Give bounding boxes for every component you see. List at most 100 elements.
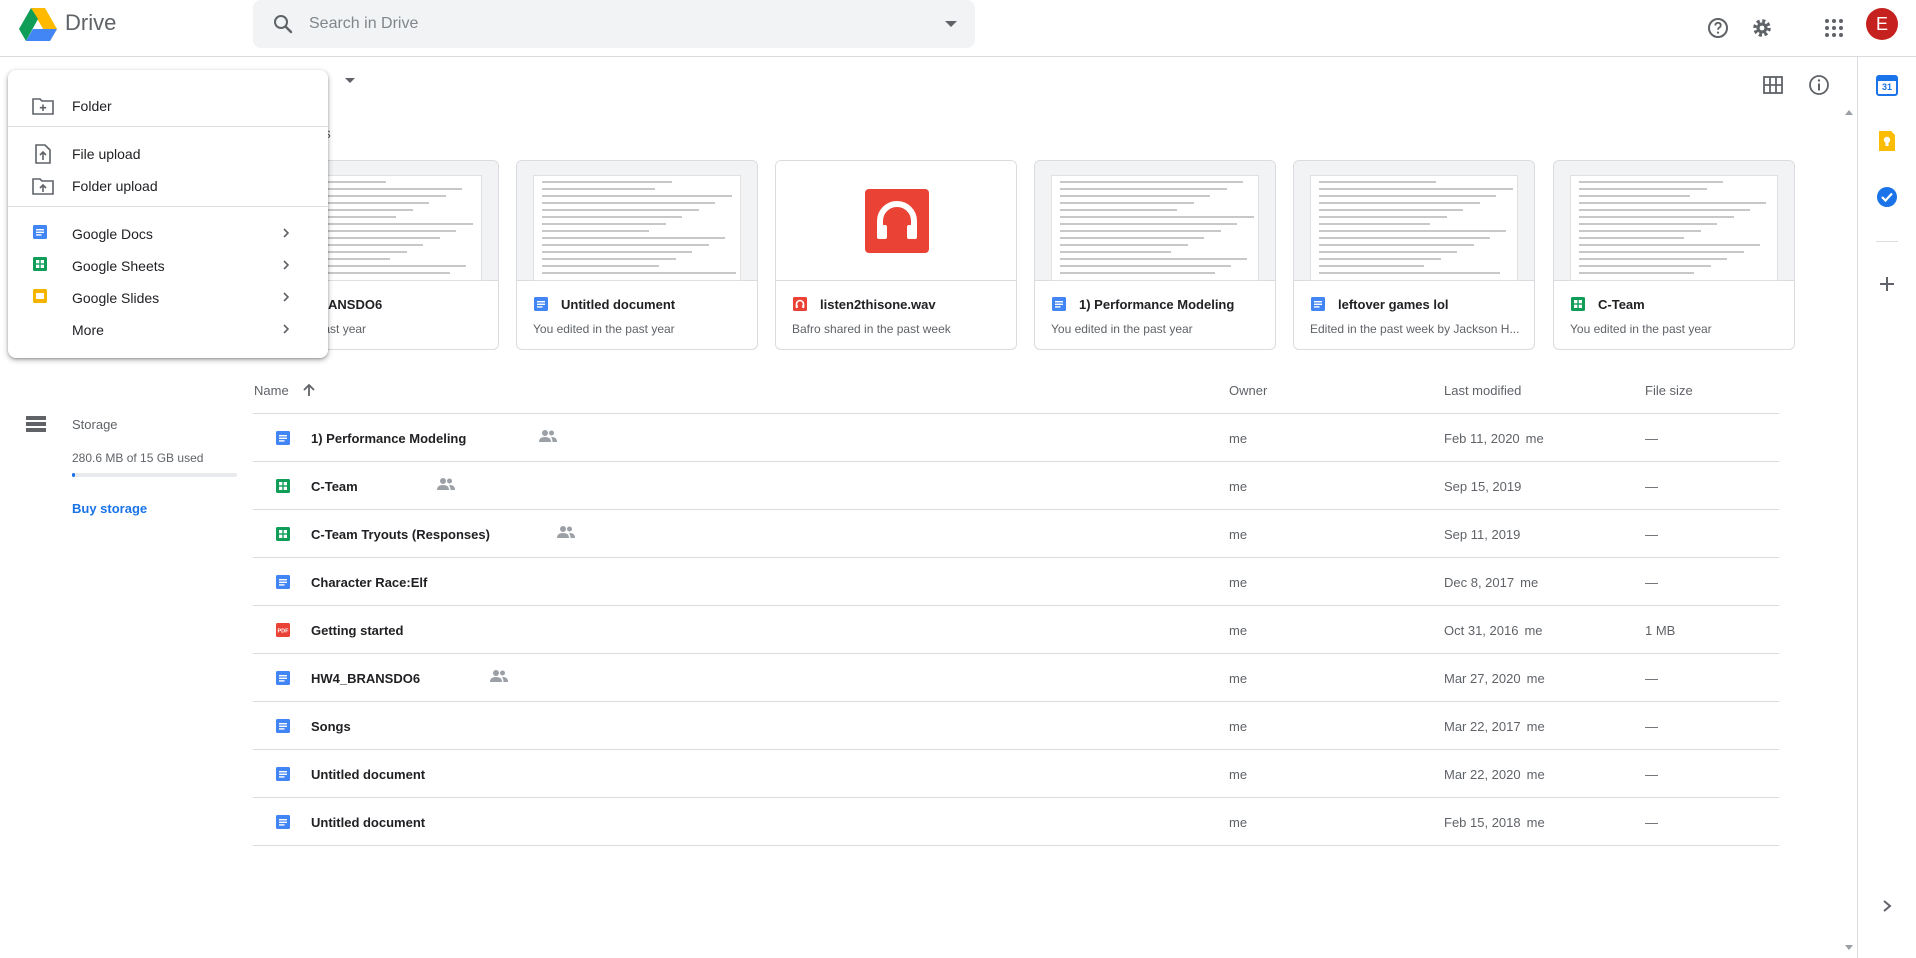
last-modified: Feb 15, 2018 me [1444,815,1545,830]
view-details-button[interactable] [1801,67,1837,103]
tasks-icon[interactable] [1876,186,1898,208]
search-options-icon[interactable] [943,16,959,32]
owner-text: me [1229,815,1248,830]
google-docs-icon [275,574,291,593]
menu-item-folder[interactable]: Folder [8,90,328,122]
table-row[interactable]: Untitled document me Mar 22, 2020 me — [253,750,1779,798]
new-item-menu: Folder File upload Folder upload Google Doc… [8,70,328,358]
file-size: — [1645,575,1658,590]
table-row[interactable]: C-Team Tryouts (Responses) me Sep 11, 2019… [253,510,1779,558]
apps-button[interactable] [1814,8,1854,48]
submenu-arrow-icon [280,226,292,244]
table-row[interactable]: Songs me Mar 22, 2017 me — [253,702,1779,750]
modified-by: me [1526,767,1545,782]
modified-date: Sep 11, 2019 [1444,527,1521,542]
card-file-name: 1) Performance Modeling [1079,297,1235,312]
menu-item-more[interactable]: More [8,314,328,346]
preview-line [1579,237,1685,239]
grid-view-icon [1763,76,1783,94]
table-row[interactable]: HW4_BRANSDO6 me Mar 27, 2020 me — [253,654,1779,702]
search-bar[interactable] [253,0,975,48]
modified-by: me [1526,671,1545,686]
quick-access-card[interactable]: Untitled document You edited in the past … [516,160,758,350]
owner-column-header[interactable]: Owner [1229,383,1267,398]
table-row[interactable]: 1) Performance Modeling me Feb 11, 2020 me — [253,414,1779,462]
settings-button[interactable] [1742,8,1782,48]
google-docs-icon [275,766,291,785]
google-sheets-icon [32,256,48,277]
drive-logo-icon[interactable] [18,6,58,42]
menu-item-file-upload[interactable]: File upload [8,138,328,170]
add-addon-icon[interactable] [1878,275,1896,293]
keep-icon[interactable] [1878,130,1896,152]
scroll-up-icon[interactable] [1842,106,1856,120]
card-thumbnail [517,161,757,281]
preview-line [542,251,693,253]
card-file-name: C-Team [1598,297,1645,312]
submenu-arrow-icon [280,258,292,276]
preview-line [1579,251,1744,253]
menu-item-google-slides[interactable]: Google Slides [8,282,328,314]
side-panel-rail: 31 [1857,57,1916,958]
card-file-name: _BRANSDO6 [302,297,383,312]
file-name: Untitled document [311,815,426,830]
scrollbar[interactable] [1842,106,1856,958]
quick-access-card[interactable]: 1) Performance Modeling You edited in the… [1034,160,1276,350]
file-name: Songs [311,719,351,734]
menu-item-label: Folder [72,98,112,114]
preview-line [542,265,660,267]
card-thumbnail [776,161,1016,281]
preview-line [542,188,656,190]
quick-access-card[interactable]: C-Team You edited in the past year [1553,160,1795,350]
preview-line [542,244,709,246]
scroll-down-icon[interactable] [1842,940,1856,954]
card-file-name: listen2thisone.wav [820,297,936,312]
owner-text: me [1229,671,1248,686]
preview-line [1319,265,1425,267]
menu-item-google-sheets[interactable]: Google Sheets [8,250,328,282]
app-title[interactable]: Drive [65,10,116,36]
preview-line [1060,265,1231,267]
buy-storage-link[interactable]: Buy storage [72,501,147,516]
preview-line [1060,251,1172,253]
google-docs-icon [275,814,291,833]
file-name: HW4_BRANSDO6 [311,671,421,686]
search-input[interactable] [309,0,909,48]
modified-date: Mar 27, 2020 [1444,671,1521,686]
modified-by: me [1526,815,1545,830]
quick-access-card[interactable]: leftover games lol Edited in the past wee… [1293,160,1535,350]
preview-line [542,258,676,260]
preview-line [1319,244,1474,246]
table-row[interactable]: Character Race:Elf me Dec 8, 2017 me — [253,558,1779,606]
google-sheets-icon [1570,296,1586,317]
grid-view-button[interactable] [1755,67,1791,103]
table-row[interactable]: C-Team me Sep 15, 2019 — [253,462,1779,510]
preview-line [1319,272,1501,274]
sort-ascending-icon[interactable] [302,383,316,397]
preview-line [1060,202,1194,204]
name-column-header[interactable]: Name [254,383,316,398]
preview-line [542,209,699,211]
table-row[interactable]: Untitled document me Feb 15, 2018 me — [253,798,1779,846]
table-row[interactable]: PDF Getting started me Oct 31, 2016 me 1 MB [253,606,1779,654]
quick-access-card[interactable]: listen2thisone.wav Bafro shared in the pa… [775,160,1017,350]
menu-item-google-docs[interactable]: Google Docs [8,218,328,250]
last-modified-column-header[interactable]: Last modified [1444,383,1521,398]
preview-line [542,237,726,239]
storage-nav-item[interactable]: Storage [0,409,253,439]
menu-item-folder-upload[interactable]: Folder upload [8,170,328,202]
modified-by: me [1520,575,1539,590]
calendar-button[interactable]: 31 [1876,74,1898,96]
modified-date: Dec 8, 2017 [1444,575,1515,590]
help-button[interactable] [1698,8,1738,48]
avatar[interactable]: E [1866,8,1898,40]
card-activity-text: Edited in the past week by Jackson H... [1310,322,1520,336]
storage-progress-bar [72,473,237,477]
google-docs-icon [533,296,549,317]
expand-panel-icon[interactable] [1880,899,1894,913]
search-icon[interactable] [271,12,295,36]
card-thumbnail [1294,161,1534,281]
breadcrumb-dropdown-icon[interactable] [343,73,357,87]
last-modified: Dec 8, 2017 me [1444,575,1538,590]
file-size-column-header[interactable]: File size [1645,383,1693,398]
